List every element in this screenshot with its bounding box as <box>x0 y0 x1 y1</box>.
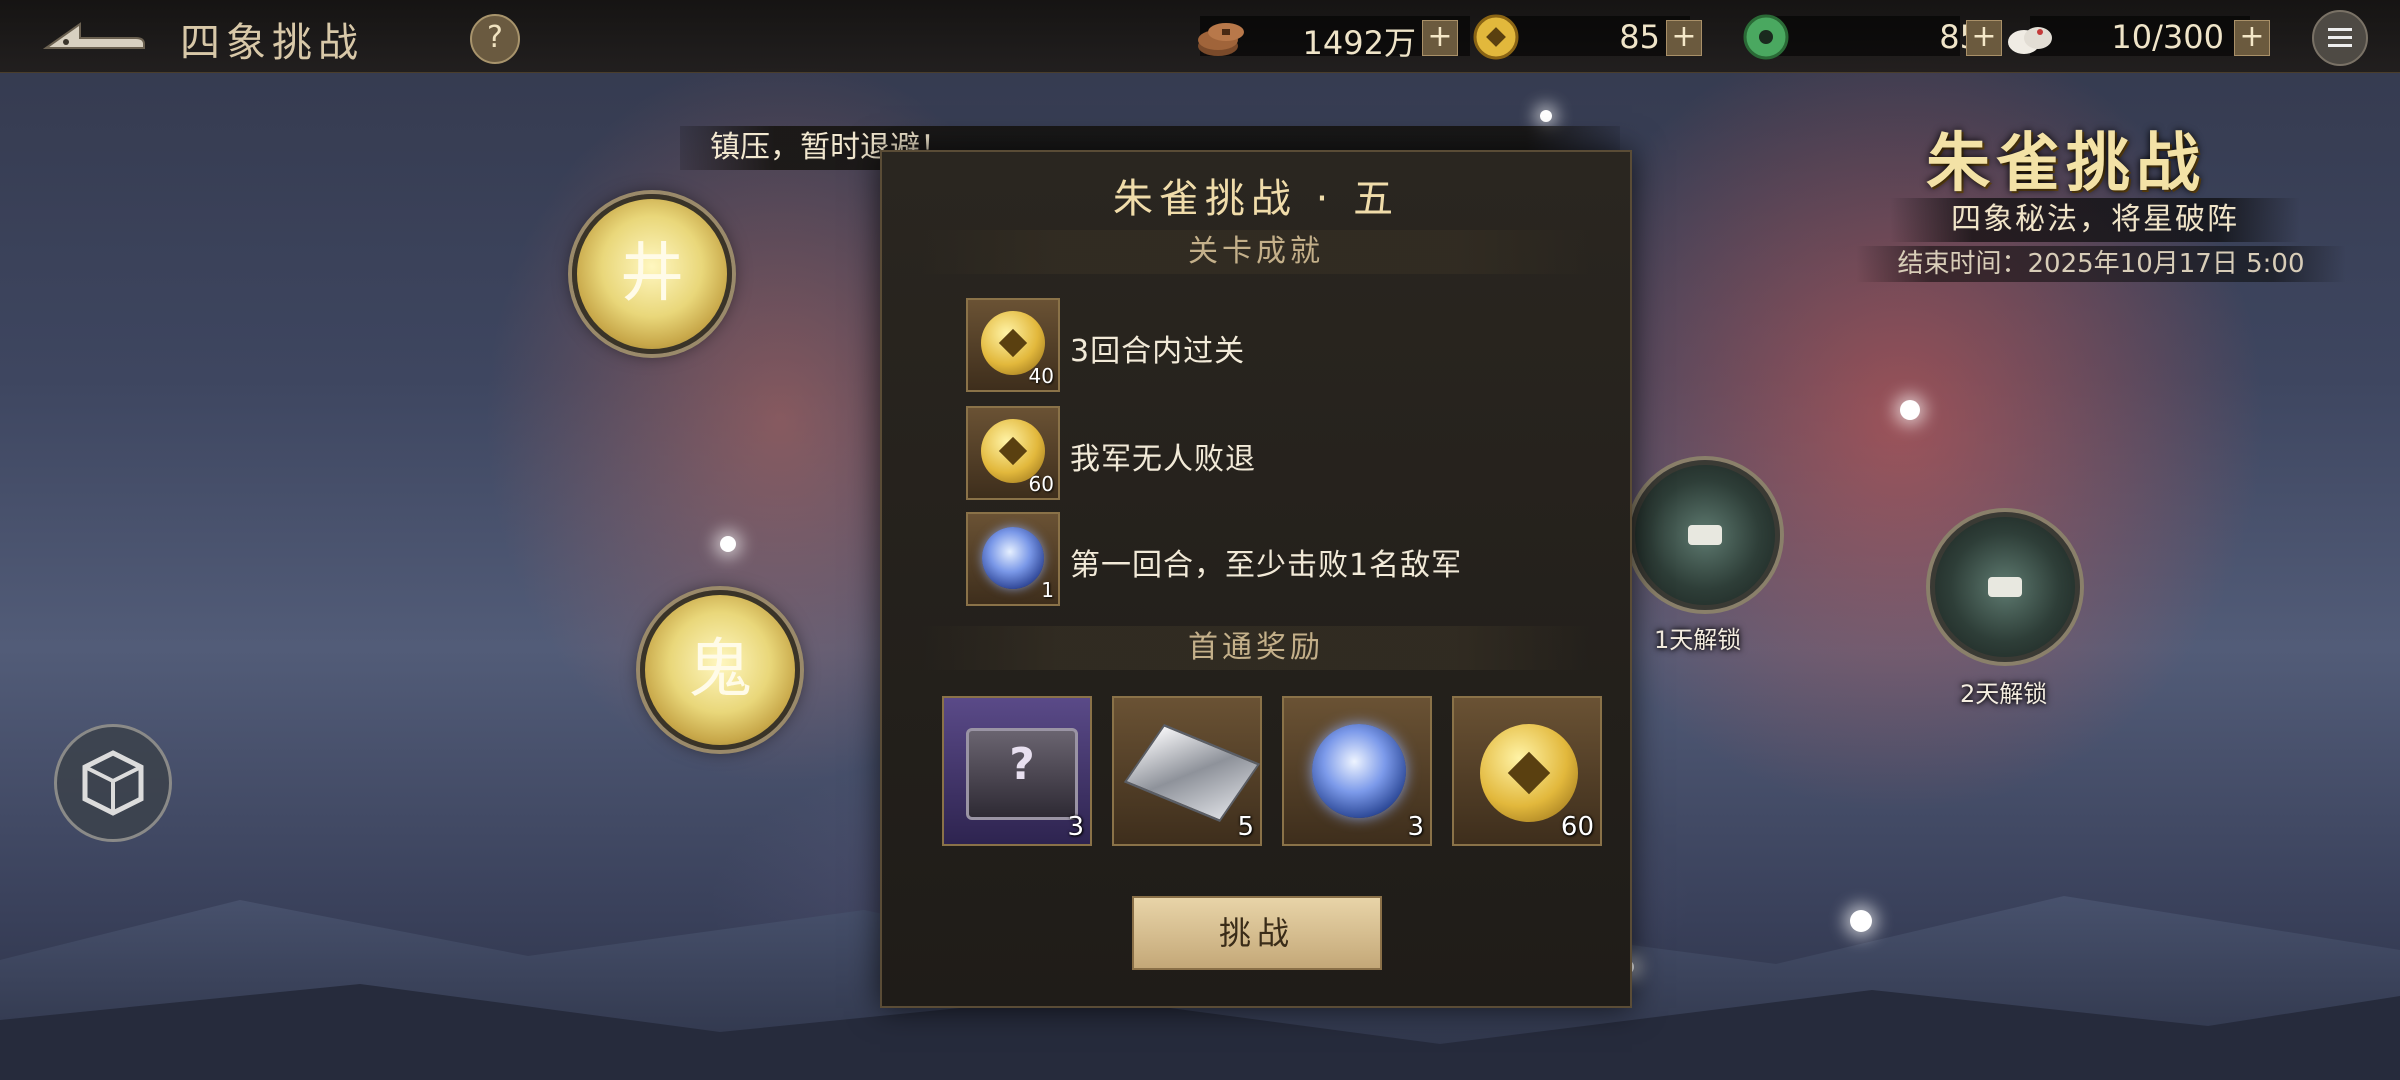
reward-slot[interactable]: 5 <box>1112 696 1262 846</box>
achievement-text: 第一回合，至少击败1名敌军 <box>1070 548 1463 583</box>
gold-plus-button[interactable]: + <box>1666 20 1702 56</box>
unlock-countdown-label: 2天解锁 <box>1960 680 2048 708</box>
achievements-header: 关卡成就 <box>922 230 1590 274</box>
achievement-row: 40 3回合内过关 <box>966 298 1586 396</box>
cube-maze-icon <box>82 750 144 816</box>
achievement-reward-count: 40 <box>1028 364 1054 388</box>
gold-coin-icon <box>1480 724 1578 822</box>
achievement-text: 3回合内过关 <box>1070 334 1246 369</box>
resource-gold: 85 + <box>1470 14 1710 60</box>
copper-value: 1492万 <box>1302 24 1416 62</box>
event-end-time: 结束时间：2025年10月17日 5:00 <box>1856 246 2346 282</box>
stage-detail-panel: 朱雀挑战 · 五 关卡成就 40 3回合内过关 60 我军无人败退 1 第一回合… <box>880 150 1632 1008</box>
silver-ingot-icon <box>1123 724 1261 822</box>
achievement-text: 我军无人败退 <box>1070 442 1256 477</box>
stamina-plus-button[interactable]: + <box>2234 20 2270 56</box>
stage-node-gui[interactable]: 鬼 <box>640 590 800 750</box>
top-bar: 四象挑战 ? 1492万 + 85 + 85 + 10/300 + <box>0 0 2400 73</box>
jade-value: 85 <box>1939 18 1980 56</box>
blue-orb-icon <box>982 527 1044 589</box>
page-title: 四象挑战 <box>180 20 364 66</box>
copper-plus-button[interactable]: + <box>1422 20 1458 56</box>
mystery-chest-icon: ? <box>966 728 1078 820</box>
gold-value: 85 <box>1619 18 1660 56</box>
star-sparkle <box>1850 910 1872 932</box>
star-sparkle <box>720 536 736 552</box>
challenge-button[interactable]: 挑战 <box>1132 896 1382 970</box>
achievement-row: 60 我军无人败退 <box>966 406 1586 504</box>
star-sparkle <box>1540 110 1552 122</box>
gold-coin-icon <box>1473 14 1519 60</box>
reward-count: 3 <box>1067 812 1084 842</box>
back-button[interactable] <box>40 14 150 58</box>
menu-button[interactable] <box>2312 10 2368 66</box>
reward-slot[interactable]: 60 <box>1452 696 1602 846</box>
back-arrow-icon <box>42 22 145 49</box>
lock-icon <box>1988 577 2022 597</box>
locked-stage-node[interactable] <box>1930 512 2080 662</box>
achievement-reward-slot[interactable]: 40 <box>966 298 1060 392</box>
lock-icon <box>1688 525 1722 545</box>
locked-stage-node[interactable] <box>1630 460 1780 610</box>
reward-count: 60 <box>1560 812 1594 842</box>
reward-slot[interactable]: 3 <box>1282 696 1432 846</box>
stamina-value: 10/300 <box>2111 18 2224 56</box>
reward-count: 5 <box>1237 812 1254 842</box>
star-sparkle <box>1900 400 1920 420</box>
resource-jade: 85 + <box>1740 14 2002 60</box>
menu-list-icon <box>2328 28 2352 47</box>
stage-node-jing[interactable]: 井 <box>572 194 732 354</box>
help-button[interactable]: ? <box>470 14 520 64</box>
achievement-reward-count: 60 <box>1028 472 1054 496</box>
achievement-reward-slot[interactable]: 1 <box>966 512 1060 606</box>
panel-title: 朱雀挑战 · 五 <box>1112 176 1400 222</box>
first-clear-rewards-header: 首通奖励 <box>922 626 1590 670</box>
unlock-countdown-label: 1天解锁 <box>1654 626 1742 654</box>
jade-disc-icon <box>1743 14 1789 60</box>
formation-map-button[interactable] <box>54 724 172 842</box>
reward-slot[interactable]: ? 3 <box>942 696 1092 846</box>
achievement-reward-slot[interactable]: 60 <box>966 406 1060 500</box>
resource-copper: 1492万 + <box>1196 14 1496 62</box>
resource-stamina: 10/300 + <box>2004 14 2274 58</box>
reward-count: 3 <box>1407 812 1424 842</box>
jade-plus-button[interactable]: + <box>1966 20 2002 56</box>
event-title: 朱雀挑战 <box>1926 127 2206 201</box>
event-subtitle: 四象秘法，将星破阵 <box>1890 198 2300 242</box>
achievement-reward-count: 1 <box>1041 578 1054 602</box>
achievement-row: 1 第一回合，至少击败1名敌军 <box>966 512 1586 610</box>
blue-orb-icon <box>1312 724 1406 818</box>
copper-coins-icon <box>1198 23 1244 56</box>
steamed-bun-icon <box>2008 27 2052 54</box>
